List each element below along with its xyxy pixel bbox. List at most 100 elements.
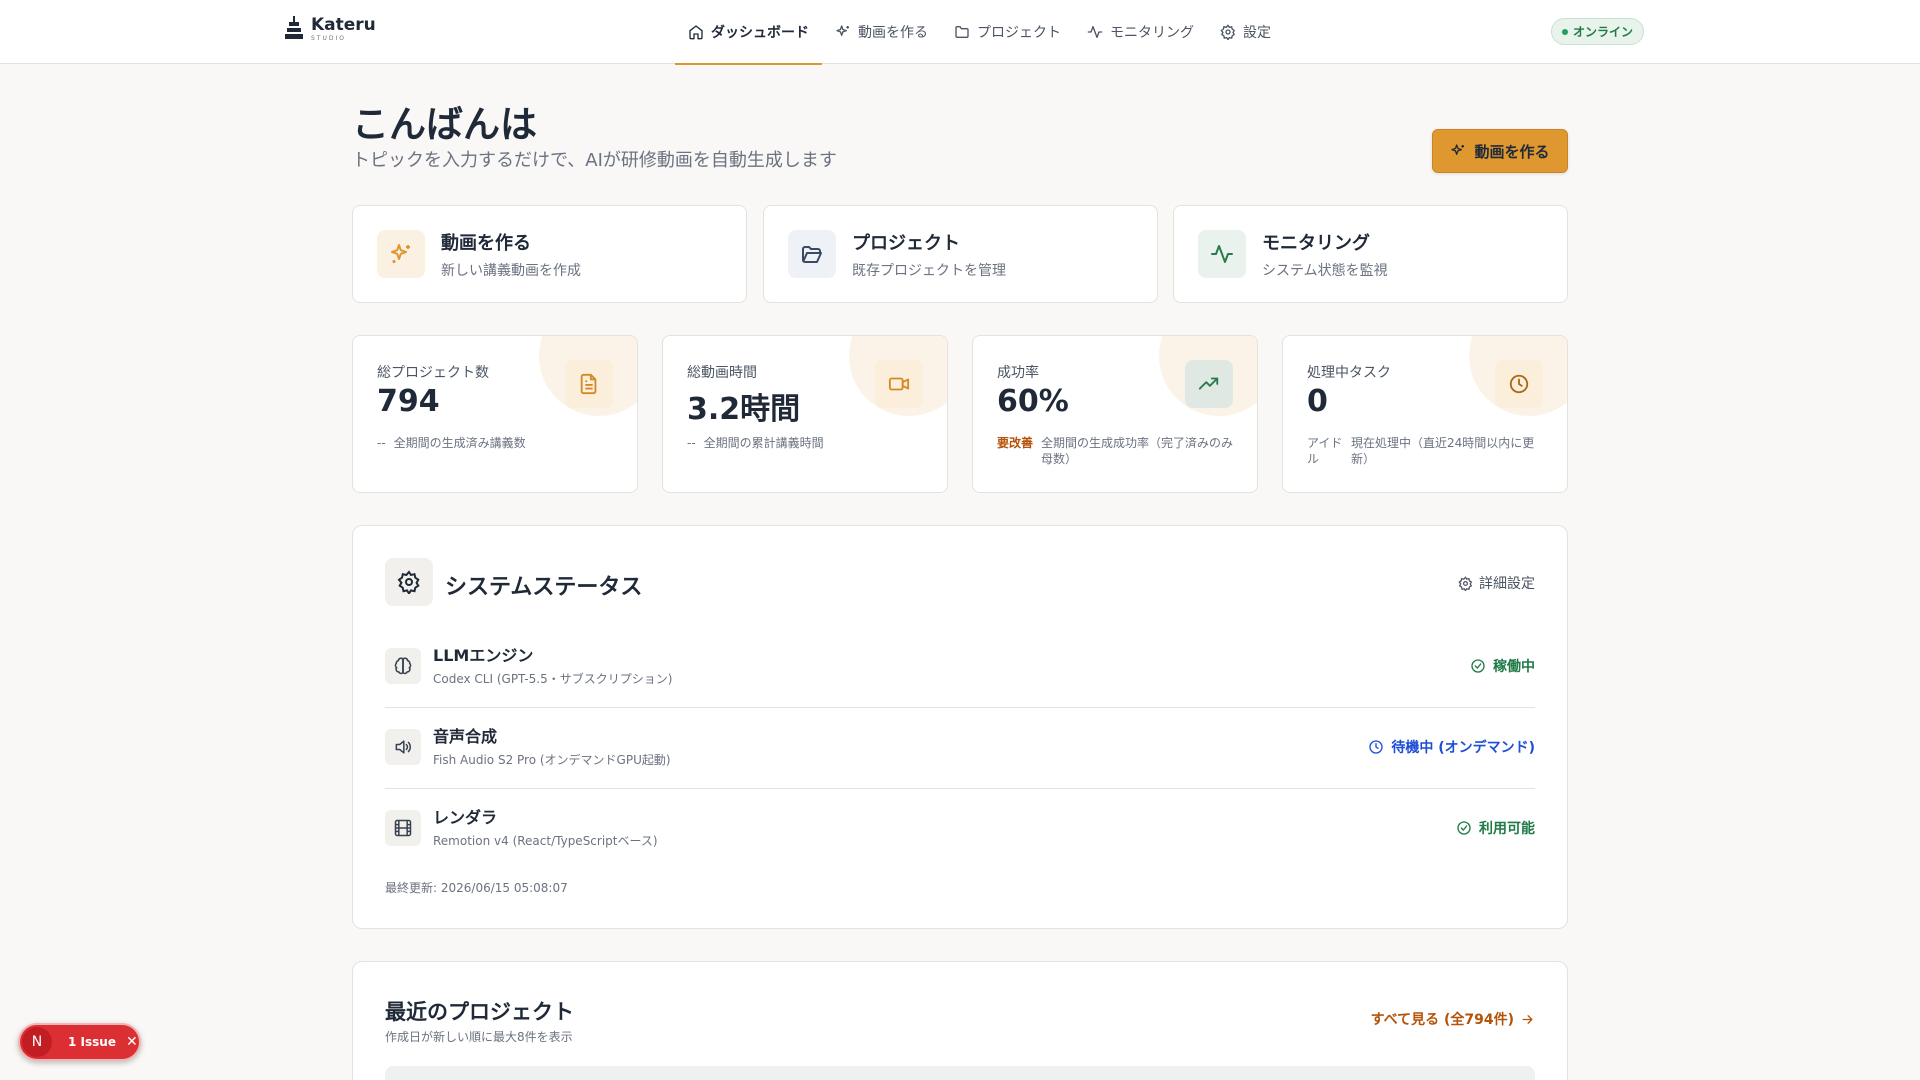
nav-label: 動画を作る (858, 25, 928, 41)
last-updated-timestamp: 最終更新: 2026/06/15 05:08:07 (385, 881, 568, 895)
sparkles-icon (391, 244, 410, 263)
brand-name: Kateru (311, 14, 376, 35)
stat-desc: 全期間の生成成功率（完了済みのみ母数） (1041, 436, 1234, 466)
service-status: 待機中 (オンデマンド) (1368, 737, 1535, 757)
quick-action-title: 動画を作る (441, 232, 531, 254)
stat-value: 3.2時間 (687, 392, 801, 427)
issue-count-label: 1 Issue (68, 1035, 116, 1049)
quick-action-title: プロジェクト (852, 232, 960, 254)
quick-action-projects[interactable]: プロジェクト 既存プロジェクトを管理 (763, 205, 1158, 303)
nav-item-settings[interactable]: 設定 (1207, 0, 1284, 64)
system-status-title: システムステータス (445, 575, 643, 600)
brand-logo[interactable]: Kateru STUDIO (285, 16, 376, 42)
top-navigation-bar: Kateru STUDIO ダッシュボード 動画を作る プロジェクト モニタリン… (0, 0, 1920, 65)
stat-icon-box (1185, 360, 1233, 408)
film-icon (394, 819, 412, 837)
nav-label: プロジェクト (977, 25, 1061, 41)
see-all-projects-link[interactable]: すべて見る (全794件) (1371, 1009, 1535, 1029)
sparkles-icon (1451, 144, 1465, 155)
recent-projects-title: 最近のプロジェクト (385, 1000, 574, 1024)
sparkles-icon (836, 25, 849, 36)
service-desc: Remotion v4 (React/TypeScriptベース) (433, 834, 658, 848)
quick-action-desc: システム状態を監視 (1262, 262, 1388, 279)
online-status-label: オンライン (1573, 25, 1634, 39)
nav-item-projects[interactable]: プロジェクト (941, 0, 1074, 64)
service-status-label: 利用可能 (1479, 821, 1535, 837)
stat-tag: -- (687, 436, 696, 450)
quick-action-icon-box (1198, 230, 1246, 278)
quick-action-monitoring[interactable]: モニタリング システム状態を監視 (1173, 205, 1568, 303)
quick-action-desc: 既存プロジェクトを管理 (852, 262, 1006, 279)
stat-value: 0 (1307, 384, 1328, 419)
service-icon-box (385, 729, 421, 765)
folder-icon (955, 26, 969, 38)
recent-projects-subtitle: 作成日が新しい順に最大8件を表示 (385, 1030, 573, 1044)
stat-desc: 現在処理中（直近24時間以内に更新） (1351, 436, 1535, 466)
see-all-label: すべて見る (全794件) (1370, 1012, 1514, 1028)
nav-label: 設定 (1243, 25, 1271, 41)
stat-desc: 全期間の生成済み講義数 (393, 436, 526, 450)
folder-open-icon (802, 246, 822, 263)
quick-action-icon-box (377, 230, 425, 278)
clock-icon (1509, 374, 1529, 394)
trending-up-icon (1198, 377, 1219, 390)
gear-icon (397, 570, 420, 594)
activity-icon (1211, 245, 1233, 263)
brain-icon (394, 657, 412, 675)
stat-card-total-duration: 総動画時間 3.2時間 -- 全期間の累計講義時間 (662, 335, 948, 493)
stat-label: 総動画時間 (687, 365, 757, 381)
quick-action-desc: 新しい講義動画を作成 (441, 262, 581, 279)
dev-issues-badge[interactable]: N 1 Issue ✕ (18, 1023, 141, 1061)
service-row-tts: 音声合成 Fish Audio S2 Pro (オンデマンドGPU起動) 待機中… (385, 709, 1535, 789)
service-row-renderer: レンダラ Remotion v4 (React/TypeScriptベース) 利… (385, 790, 1535, 870)
nav-label: モニタリング (1110, 25, 1194, 41)
stat-tag: アイドル (1307, 436, 1343, 466)
activity-icon (1087, 26, 1103, 38)
nav-item-monitoring[interactable]: モニタリング (1074, 0, 1207, 64)
stat-label: 成功率 (997, 365, 1039, 381)
home-icon (689, 25, 703, 40)
stat-card-processing-tasks: 処理中タスク 0 アイドル 現在処理中（直近24時間以内に更新） (1282, 335, 1568, 493)
recent-projects-panel: 最近のプロジェクト 作成日が新しい順に最大8件を表示 すべて見る (全794件) (352, 961, 1568, 1080)
create-video-button[interactable]: 動画を作る (1432, 129, 1568, 173)
logo-mark-icon (285, 16, 303, 39)
detail-settings-label: 詳細設定 (1479, 576, 1535, 592)
stat-icon-box (565, 360, 613, 408)
service-name: レンダラ (433, 808, 498, 827)
system-icon-box (385, 558, 433, 606)
stat-desc: 全期間の累計講義時間 (703, 436, 824, 450)
arrow-right-icon (1522, 1014, 1533, 1024)
online-dot-icon (1562, 28, 1568, 35)
quick-action-icon-box (788, 230, 836, 278)
close-icon[interactable]: ✕ (126, 1034, 138, 1050)
document-icon (580, 373, 597, 395)
next-logo-icon: N (22, 1027, 52, 1057)
detail-settings-link[interactable]: 詳細設定 (1458, 573, 1535, 593)
quick-action-create-video[interactable]: 動画を作る 新しい講義動画を作成 (352, 205, 747, 303)
nav-item-create-video[interactable]: 動画を作る (822, 0, 941, 64)
service-status: 利用可能 (1456, 818, 1535, 838)
service-status-label: 稼働中 (1493, 659, 1535, 675)
page-subtitle: トピックを入力するだけで、AIが研修動画を自動生成します (352, 150, 837, 171)
service-status-label: 待機中 (オンデマンド) (1391, 740, 1535, 756)
service-name: 音声合成 (433, 727, 498, 746)
stat-card-success-rate: 成功率 60% 要改善 全期間の生成成功率（完了済みのみ母数） (972, 335, 1258, 493)
stat-icon-box (1495, 360, 1543, 408)
gear-icon (1220, 24, 1236, 40)
system-status-panel: システムステータス 詳細設定 LLMエンジン Codex CLI (GPT-5.… (352, 525, 1568, 929)
check-circle-icon (1471, 659, 1485, 673)
online-status-badge: オンライン (1551, 18, 1645, 45)
service-icon-box (385, 810, 421, 846)
nav-item-dashboard[interactable]: ダッシュボード (675, 0, 822, 65)
service-name: LLMエンジン (433, 646, 534, 665)
service-row-llm: LLMエンジン Codex CLI (GPT-5.5・サブスクリプション) 稼働… (385, 628, 1535, 708)
stat-label: 総プロジェクト数 (377, 365, 489, 381)
create-video-button-label: 動画を作る (1474, 142, 1550, 161)
service-icon-box (385, 648, 421, 684)
recent-projects-list-header (385, 1066, 1535, 1080)
main-nav: ダッシュボード 動画を作る プロジェクト モニタリング 設定 (675, 0, 1284, 65)
page-title: こんばんは (352, 103, 537, 146)
gear-icon (1458, 575, 1473, 591)
service-status: 稼働中 (1470, 656, 1535, 676)
clock-icon (1369, 740, 1383, 754)
